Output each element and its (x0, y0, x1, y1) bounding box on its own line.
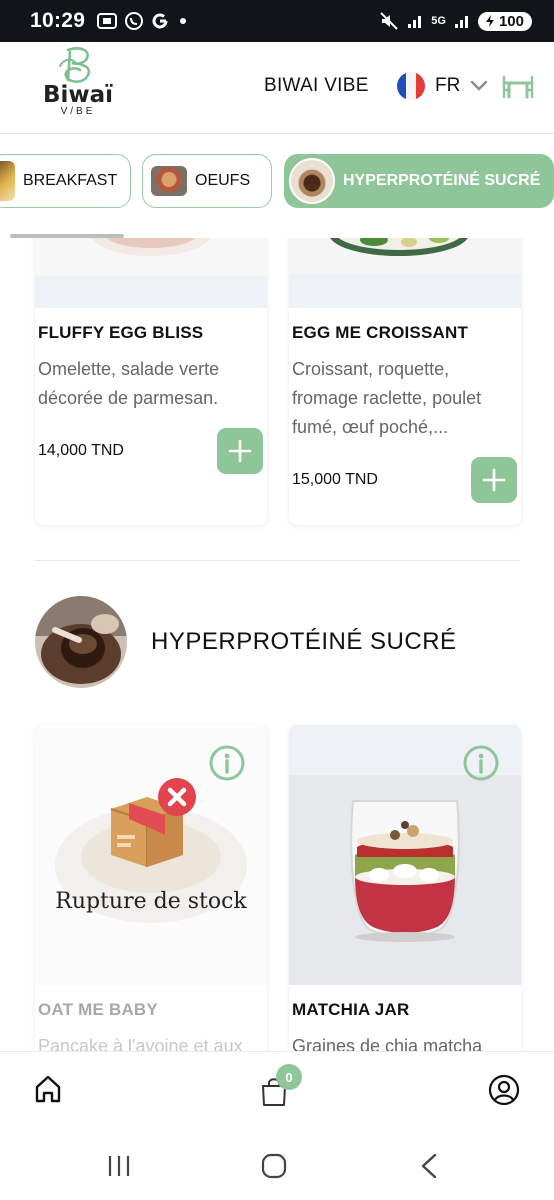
google-icon (152, 13, 168, 29)
product-image: Rupture de stock (35, 725, 267, 985)
product-card[interactable]: EGG ME CROISSANT Croissant, roquette, fr… (289, 238, 521, 525)
section-avatar-image (35, 596, 127, 688)
battery-level: 100 (498, 12, 524, 30)
product-card[interactable]: Rupture de stock OAT ME BABY Pancake à l… (35, 725, 267, 1051)
product-description: Graines de chia matcha (292, 1036, 483, 1051)
product-image (35, 238, 267, 308)
status-app-icons (97, 11, 190, 31)
tab-oeufs[interactable]: OEUFS (142, 154, 272, 208)
product-card[interactable]: FLUFFY EGG BLISS Omelette, salade verte … (35, 238, 267, 525)
product-description: Pancake à l'avoine et aux (38, 1036, 243, 1051)
product-name: FLUFFY EGG BLISS (38, 323, 204, 342)
france-flag-icon (397, 72, 425, 100)
breakfast-thumb (0, 161, 15, 201)
app-header: Biwaï V/BE BIWAI VIBE FR (0, 42, 554, 134)
product-name: EGG ME CROISSANT (292, 323, 469, 342)
add-to-cart-button[interactable] (217, 428, 263, 474)
cart-button[interactable]: 0 (260, 1064, 302, 1113)
bottom-navigation: 0 (0, 1051, 554, 1133)
out-of-stock-box-icon (110, 778, 196, 867)
plus-icon (482, 468, 506, 492)
info-icon[interactable] (463, 745, 499, 781)
language-selector[interactable]: FR (397, 72, 488, 100)
product-name: MATCHIA JAR (292, 1000, 410, 1019)
restaurant-title: BIWAI VIBE (264, 75, 369, 96)
logo-name: Biwaï (42, 82, 114, 108)
tab-label: OEUFS (195, 172, 251, 189)
screenshot-icon (97, 13, 118, 29)
egg-me-croissant-image (289, 238, 521, 308)
home-icon[interactable] (34, 1074, 62, 1104)
info-icon[interactable] (209, 745, 245, 781)
system-navigation-bar (0, 1133, 554, 1200)
section-divider (35, 560, 520, 561)
language-code: FR (435, 75, 461, 96)
product-price: 14,000 TND (38, 442, 124, 459)
brand-logo[interactable]: Biwaï V/BE (40, 46, 116, 128)
cart-count-badge: 0 (276, 1064, 302, 1090)
section-avatar (35, 596, 127, 688)
home-system-icon[interactable] (261, 1153, 287, 1179)
signal-icon-2 (454, 16, 468, 28)
whatsapp-icon (125, 12, 144, 30)
back-icon[interactable] (418, 1153, 440, 1179)
product-name: OAT ME BABY (38, 1000, 158, 1019)
menu-content: FLUFFY EGG BLISS Omelette, salade verte … (0, 238, 554, 1051)
table-icon[interactable] (502, 73, 534, 101)
out-of-stock-label: Rupture de stock (55, 889, 247, 914)
status-time: 10:29 (30, 9, 86, 32)
status-system-icons: 5G 100 (379, 11, 532, 31)
tab-label: HYPERPROTÉINÉ SUCRÉ (343, 172, 541, 189)
product-description: Croissant, roquette, fromage raclette, p… (292, 359, 482, 437)
category-tabs: BREAKFAST OEUFS HYPERPROTÉINÉ SUCRÉ (0, 134, 554, 238)
tab-breakfast[interactable]: BREAKFAST (0, 154, 131, 208)
product-card[interactable]: MATCHIA JAR Graines de chia matcha (289, 725, 521, 1051)
eggs-thumb (151, 166, 187, 196)
tab-label: BREAKFAST (23, 172, 118, 189)
battery-saver-icon (485, 15, 494, 27)
section-title: HYPERPROTÉINÉ SUCRÉ (151, 628, 457, 655)
network-label: 5G (431, 14, 446, 27)
sweet-protein-thumb (289, 158, 335, 204)
tab-hyperproteine-sucre[interactable]: HYPERPROTÉINÉ SUCRÉ (284, 154, 554, 208)
chevron-down-icon (471, 80, 488, 91)
dot-icon (180, 18, 187, 24)
product-description: Omelette, salade verte décorée de parmes… (38, 359, 220, 408)
profile-icon[interactable] (488, 1074, 520, 1106)
product-price: 15,000 TND (292, 471, 378, 488)
signal-icon (408, 16, 422, 28)
product-image (289, 725, 521, 985)
add-to-cart-button[interactable] (471, 457, 517, 503)
status-bar: 10:29 5G 100 (0, 0, 554, 42)
product-image (289, 238, 521, 308)
plus-icon (228, 439, 252, 463)
mute-icon (380, 12, 398, 30)
fluffy-egg-bliss-image (35, 238, 267, 308)
section-header: HYPERPROTÉINÉ SUCRÉ (35, 596, 457, 688)
recent-apps-icon[interactable] (106, 1153, 132, 1179)
logo-mark-icon (59, 47, 91, 83)
battery-indicator: 100 (477, 11, 532, 31)
